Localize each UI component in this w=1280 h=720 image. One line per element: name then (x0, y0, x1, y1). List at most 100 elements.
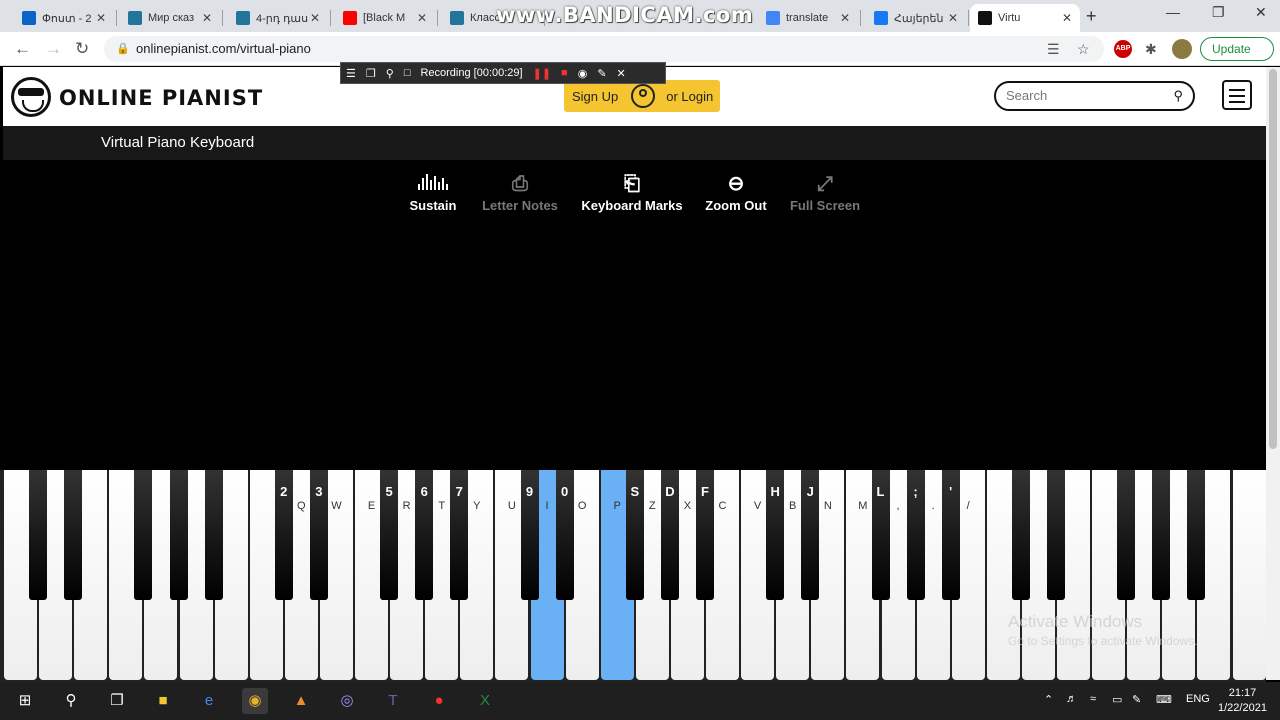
tray-chevron-icon[interactable]: ⌃ (1044, 693, 1053, 706)
signup-login-button[interactable]: Sign Up or Login (564, 80, 720, 112)
black-key[interactable] (64, 470, 83, 600)
lock-icon: 🔒 (116, 43, 130, 55)
black-key[interactable] (1117, 470, 1136, 600)
profile-avatar[interactable] (1172, 39, 1192, 59)
black-key[interactable]: H (766, 470, 785, 600)
black-key[interactable]: 7 (450, 470, 469, 600)
black-key[interactable]: S (625, 470, 644, 600)
black-key[interactable] (169, 470, 188, 600)
teams-icon[interactable]: T (380, 688, 406, 714)
close-tab-icon[interactable]: ✕ (417, 11, 427, 25)
address-bar[interactable]: 🔒 onlinepianist.com/virtual-piano (104, 36, 1104, 62)
black-key[interactable] (1187, 470, 1206, 600)
audio-app-icon[interactable]: ◎ (334, 688, 360, 714)
scrollbar-thumb[interactable] (1269, 69, 1277, 449)
close-tab-icon[interactable]: ✕ (948, 11, 958, 25)
file-explorer-icon[interactable]: ■ (150, 688, 176, 714)
pen-icon[interactable]: ✎ (1132, 693, 1141, 706)
black-key[interactable] (1152, 470, 1171, 600)
signup-label[interactable]: Sign Up (572, 89, 618, 104)
browser-tab[interactable]: 4-րդ դաս ✕ (228, 4, 328, 32)
black-key[interactable]: J (801, 470, 820, 600)
logo-icon[interactable] (11, 77, 51, 117)
login-label[interactable]: or Login (666, 89, 713, 104)
white-key[interactable] (1232, 470, 1266, 680)
black-key[interactable]: 6 (415, 470, 434, 600)
hamburger-menu-icon[interactable] (1222, 80, 1252, 110)
chrome-icon[interactable]: ◉ (242, 688, 268, 714)
task-view-icon[interactable]: ❐ (104, 688, 130, 714)
key-label: 3 (315, 484, 323, 499)
close-tab-icon[interactable]: ✕ (96, 11, 106, 25)
rec-region-icon[interactable]: □ (404, 67, 411, 79)
screen: Virtu ✕ Հայերեն ✕ translate ✕ Классны ✕ [Black M… (0, 0, 1280, 720)
rec-menu-icon[interactable]: ☰ (346, 67, 356, 80)
excel-icon[interactable]: X (472, 688, 498, 714)
black-key[interactable]: 2 (274, 470, 293, 600)
black-key[interactable]: D (660, 470, 679, 600)
rec-close-icon[interactable]: ✕ (617, 67, 626, 80)
black-key[interactable] (29, 470, 48, 600)
site-logo-text[interactable]: ONLINE PIANIST (59, 86, 263, 110)
browser-tab[interactable]: translate ✕ (758, 4, 858, 32)
extensions-icon[interactable]: ✱ (1145, 41, 1157, 58)
black-key[interactable] (204, 470, 223, 600)
taskbar-search-icon[interactable]: ⚲ (58, 688, 84, 714)
clock[interactable]: 21:17 1/22/2021 (1218, 686, 1267, 716)
update-button[interactable]: Update (1200, 37, 1274, 61)
black-key[interactable]: 9 (520, 470, 539, 600)
windows-start-icon[interactable]: ⊞ (12, 688, 38, 714)
camera-icon[interactable]: ◉ (578, 67, 588, 80)
close-window-icon[interactable]: ✕ (1255, 4, 1267, 21)
maximize-icon[interactable]: ❐ (1212, 4, 1225, 21)
close-tab-icon[interactable]: ✕ (1062, 11, 1072, 25)
forward-icon[interactable]: → (45, 39, 62, 59)
browser-tab[interactable]: [Black M ✕ (335, 4, 435, 32)
page-scrollbar[interactable] (1266, 67, 1280, 680)
browser-tab[interactable]: Мир сказ ✕ (120, 4, 220, 32)
black-key[interactable]: L (871, 470, 890, 600)
browser-tab[interactable]: Հայերեն ✕ (866, 4, 966, 32)
adblock-icon[interactable]: ABP (1114, 40, 1132, 58)
language-indicator[interactable]: ENG (1186, 693, 1210, 705)
black-key[interactable] (1047, 470, 1065, 600)
fl-studio-icon[interactable]: ▲ (288, 688, 314, 714)
browser-tab[interactable]: Virtu ✕ (970, 4, 1080, 32)
close-tab-icon[interactable]: ✕ (310, 11, 320, 25)
browser-tab[interactable]: Փոստ - 2 ✕ (14, 4, 114, 32)
keyboard-icon[interactable]: ⌨ (1156, 693, 1172, 706)
pencil-icon[interactable]: ✎ (597, 67, 606, 80)
search-icon[interactable]: ⚲ (1173, 83, 1183, 109)
close-tab-icon[interactable]: ✕ (202, 11, 212, 25)
black-key[interactable]: 3 (309, 470, 328, 600)
control-full-screen[interactable]: ⤢ Full Screen (765, 170, 885, 213)
translate-icon[interactable]: ☰ (1047, 41, 1060, 58)
close-tab-icon[interactable]: ✕ (840, 11, 850, 25)
black-key[interactable]: 5 (380, 470, 399, 600)
minimize-icon[interactable]: — (1166, 4, 1180, 20)
control-letter-notes[interactable]: ⎙ Letter Notes (460, 170, 580, 213)
bandicam-taskbar-icon[interactable]: ● (426, 688, 452, 714)
edge-icon[interactable]: e (196, 688, 222, 714)
bookmark-star-icon[interactable]: ☆ (1077, 41, 1090, 58)
rec-window-icon[interactable]: ❐ (366, 67, 376, 80)
black-key[interactable]: 0 (555, 470, 574, 600)
rec-zoom-icon[interactable]: ⚲ (386, 67, 394, 80)
black-key[interactable] (1011, 470, 1030, 600)
reload-icon[interactable]: ↻ (75, 39, 89, 59)
black-key[interactable]: ' (941, 470, 960, 600)
volume-icon[interactable]: ♬ (1066, 693, 1077, 705)
stop-icon[interactable]: ■ (561, 67, 568, 79)
search-input[interactable]: Search ⚲ (994, 81, 1195, 111)
black-key[interactable] (134, 470, 153, 600)
black-key[interactable]: F (696, 470, 714, 600)
piano-keyboard[interactable]: Q W E R T Y U I O P Z X C V B N M,./2 3 5 6 7 9 0 S D F H J L; ' (0, 470, 1266, 682)
wordpress-icon (236, 11, 250, 25)
wifi-icon[interactable]: ≈ (1090, 693, 1096, 705)
black-key[interactable]: ; (906, 470, 925, 600)
back-icon[interactable]: ← (14, 39, 31, 59)
new-tab-button[interactable]: + (1086, 6, 1097, 27)
battery-icon[interactable]: ▭ (1112, 693, 1122, 706)
control-keyboard-marks[interactable]: ⎗ Keyboard Marks (572, 170, 692, 213)
pause-icon[interactable]: ❚❚ (533, 67, 551, 80)
